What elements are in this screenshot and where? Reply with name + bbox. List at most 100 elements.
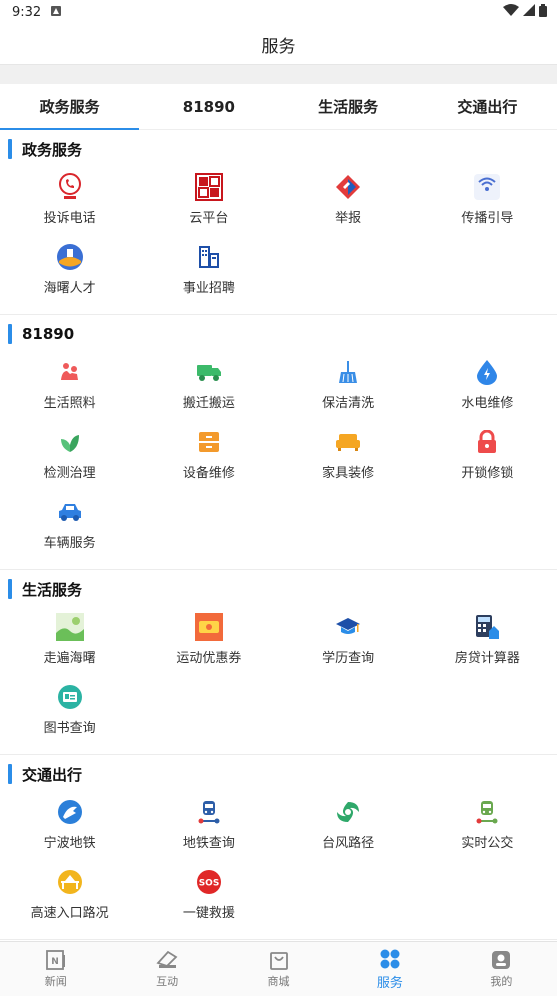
service-travel-haishu[interactable]: 走遍海曙 bbox=[0, 608, 139, 678]
recruitment-icon bbox=[195, 243, 223, 271]
service-metro-query[interactable]: 地铁查询 bbox=[139, 793, 278, 863]
service-vehicle[interactable]: 车辆服务 bbox=[0, 493, 139, 563]
service-label: 台风路径 bbox=[322, 836, 375, 851]
tab-label: 交通出行 bbox=[457, 98, 518, 116]
section-transport: 交通出行 宁波地铁 地铁查询 台风路径 实时公交 高速入口路况 SOS 一键救援 bbox=[0, 755, 557, 940]
service-label: 保洁清洗 bbox=[322, 396, 375, 411]
service-label: 传播引导 bbox=[461, 211, 514, 226]
section-title: 政务服务 bbox=[22, 140, 83, 159]
service-label: 学历查询 bbox=[322, 651, 375, 666]
tab-label: 81890 bbox=[182, 97, 235, 116]
service-sport-coupon[interactable]: 运动优惠券 bbox=[139, 608, 278, 678]
wifi-icon bbox=[503, 4, 519, 20]
service-label: 举报 bbox=[335, 211, 362, 226]
service-cleaning[interactable]: 保洁清洗 bbox=[279, 353, 418, 423]
bottom-nav: N 新闻 互动 商城 服务 我的 bbox=[0, 941, 557, 996]
nav-profile[interactable]: 我的 bbox=[446, 942, 557, 996]
service-highway-entrance[interactable]: 高速入口路况 bbox=[0, 863, 139, 933]
leaf-icon bbox=[56, 428, 84, 456]
svg-text:N: N bbox=[51, 957, 59, 967]
metro-query-icon bbox=[195, 798, 223, 826]
tab-label: 政务服务 bbox=[39, 98, 100, 116]
service-label: 走遍海曙 bbox=[43, 651, 96, 666]
status-time: 9:32 bbox=[12, 4, 42, 20]
shop-icon bbox=[269, 952, 288, 970]
tab-government[interactable]: 政务服务 bbox=[0, 84, 140, 130]
section-marker bbox=[8, 324, 12, 344]
tab-label: 生活服务 bbox=[318, 98, 379, 116]
tab-life[interactable]: 生活服务 bbox=[279, 84, 418, 129]
travel-icon bbox=[55, 613, 84, 641]
service-label: 开锁修锁 bbox=[461, 466, 514, 481]
metro-logo-icon bbox=[56, 798, 84, 826]
service-label: 生活照料 bbox=[43, 396, 96, 411]
service-realtime-bus[interactable]: 实时公交 bbox=[418, 793, 557, 863]
service-label: 事业招聘 bbox=[182, 281, 235, 296]
sos-icon: SOS bbox=[195, 868, 223, 896]
service-label: 投诉电话 bbox=[43, 211, 96, 226]
service-label: 图书查询 bbox=[43, 721, 96, 736]
section-title: 交通出行 bbox=[22, 765, 83, 784]
service-haishu-talent[interactable]: 海曙人才 bbox=[0, 238, 139, 308]
section-marker bbox=[8, 764, 12, 784]
section-header: 交通出行 bbox=[0, 755, 557, 793]
bus-icon bbox=[473, 798, 501, 826]
broom-icon bbox=[334, 358, 362, 386]
title-bar: 服务 bbox=[0, 24, 557, 65]
service-cloud-platform[interactable]: 云平台 bbox=[139, 168, 278, 238]
water-drop-icon bbox=[473, 358, 501, 386]
service-one-click-rescue[interactable]: SOS 一键救援 bbox=[139, 863, 278, 933]
tab-transport[interactable]: 交通出行 bbox=[418, 84, 557, 129]
service-life-care[interactable]: 生活照料 bbox=[0, 353, 139, 423]
service-report[interactable]: 举报 bbox=[279, 168, 418, 238]
nav-services[interactable]: 服务 bbox=[334, 942, 445, 996]
service-library-query[interactable]: 图书查询 bbox=[0, 678, 139, 748]
notification-icon bbox=[51, 5, 62, 20]
section-header: 81890 bbox=[0, 315, 557, 353]
service-label: 实时公交 bbox=[461, 836, 514, 851]
service-label: 房贷计算器 bbox=[454, 651, 520, 666]
talent-icon bbox=[56, 243, 84, 271]
truck-icon bbox=[195, 358, 223, 386]
calculator-icon bbox=[473, 613, 501, 641]
nav-interact[interactable]: 互动 bbox=[111, 942, 222, 996]
service-equipment-repair[interactable]: 设备维修 bbox=[139, 423, 278, 493]
section-title: 生活服务 bbox=[22, 580, 83, 599]
service-moving[interactable]: 搬迁搬运 bbox=[139, 353, 278, 423]
category-tabs: 政务服务 81890 生活服务 交通出行 bbox=[0, 84, 557, 130]
library-card-icon bbox=[56, 683, 84, 711]
section-title: 81890 bbox=[22, 325, 75, 343]
nav-news[interactable]: N 新闻 bbox=[0, 942, 111, 996]
section-government: 政务服务 投诉电话 云平台 举报 传播引导 海曙人才 事业招聘 bbox=[0, 130, 557, 315]
service-typhoon-path[interactable]: 台风路径 bbox=[279, 793, 418, 863]
status-bar: 9:32 bbox=[0, 0, 557, 24]
service-locksmith[interactable]: 开锁修锁 bbox=[418, 423, 557, 493]
section-header: 生活服务 bbox=[0, 570, 557, 608]
service-label: 检测治理 bbox=[43, 466, 96, 481]
service-label: 海曙人才 bbox=[43, 281, 96, 296]
service-broadcast-guide[interactable]: 传播引导 bbox=[418, 168, 557, 238]
service-plumbing-electric[interactable]: 水电维修 bbox=[418, 353, 557, 423]
svg-text:SOS: SOS bbox=[199, 879, 220, 889]
service-label: 地铁查询 bbox=[182, 836, 235, 851]
service-label: 搬迁搬运 bbox=[182, 396, 235, 411]
interact-icon bbox=[156, 950, 178, 968]
lock-icon bbox=[473, 428, 501, 456]
sofa-icon bbox=[334, 428, 362, 456]
service-detection[interactable]: 检测治理 bbox=[0, 423, 139, 493]
car-icon bbox=[56, 498, 84, 526]
nav-label: 新闻 bbox=[44, 975, 67, 988]
coupon-icon bbox=[194, 613, 223, 641]
service-ningbo-metro[interactable]: 宁波地铁 bbox=[0, 793, 139, 863]
section-header: 政务服务 bbox=[0, 130, 557, 168]
service-mortgage-calculator[interactable]: 房贷计算器 bbox=[418, 608, 557, 678]
tab-81890[interactable]: 81890 bbox=[139, 84, 278, 129]
nav-label: 商城 bbox=[267, 975, 290, 988]
highway-icon bbox=[56, 868, 84, 896]
signal-icon bbox=[523, 4, 535, 20]
nav-shop[interactable]: 商城 bbox=[223, 942, 334, 996]
service-complaint-phone[interactable]: 投诉电话 bbox=[0, 168, 139, 238]
service-recruitment[interactable]: 事业招聘 bbox=[139, 238, 278, 308]
service-education-query[interactable]: 学历查询 bbox=[279, 608, 418, 678]
service-furniture[interactable]: 家具装修 bbox=[279, 423, 418, 493]
